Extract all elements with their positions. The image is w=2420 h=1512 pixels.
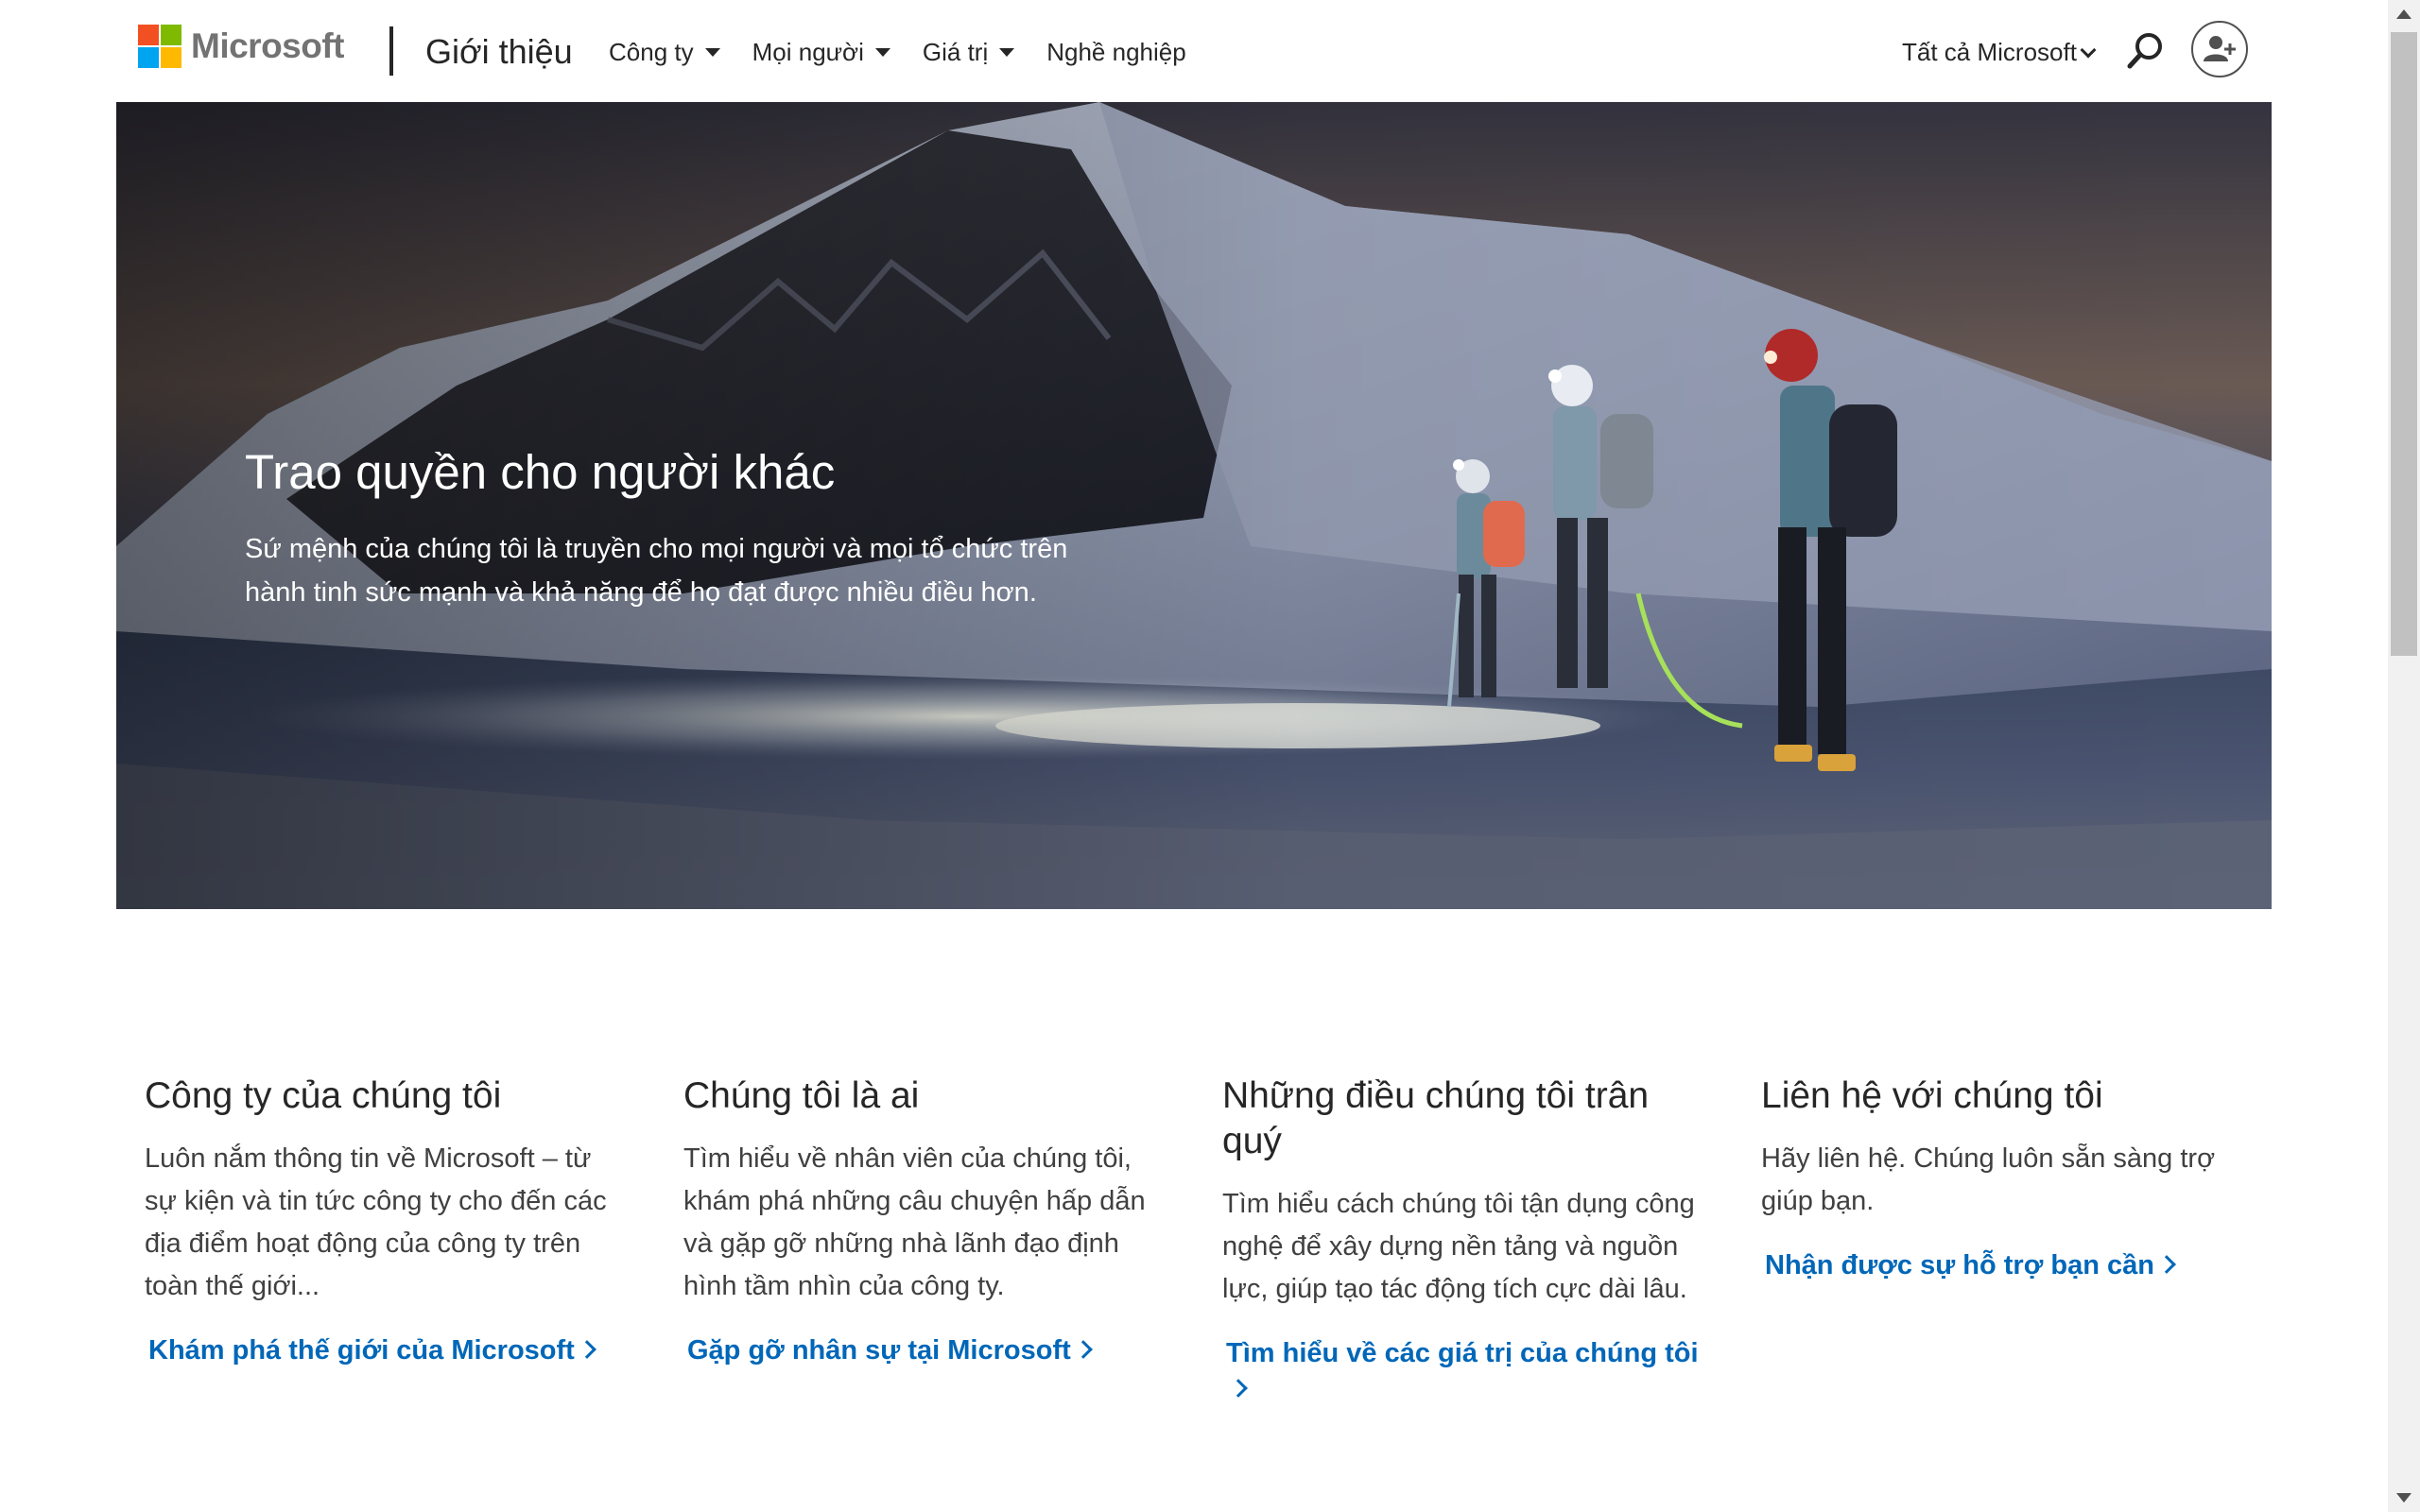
scrollbar-thumb[interactable] <box>2391 32 2417 656</box>
card-link-label: Khám phá thế giới của Microsoft <box>148 1335 575 1366</box>
all-microsoft-label: Tất cả Microsoft <box>1902 38 2077 66</box>
card-title: Những điều chúng tôi trân quý <box>1222 1075 1650 1161</box>
card-link-label: Nhận được sự hỗ trợ bạn cần <box>1765 1250 2154 1280</box>
nav-careers[interactable]: Nghề nghiệp <box>1046 38 1185 67</box>
chevron-right-icon <box>1229 1379 1248 1398</box>
card-our-company: Công ty của chúng tôi Luôn nắm thông tin… <box>145 1074 627 1368</box>
logo-text: Microsoft <box>191 26 345 65</box>
chevron-right-icon <box>2157 1255 2176 1274</box>
chevron-down-icon <box>2080 42 2097 58</box>
hero-description: Sứ mệnh của chúng tôi là truyền cho mọi … <box>245 534 1068 608</box>
sign-in-button[interactable] <box>2191 21 2248 77</box>
hero-banner: Trao quyền cho người khác Sứ mệnh của ch… <box>116 102 2272 909</box>
search-button[interactable] <box>2125 30 2167 72</box>
page: Microsoft Giới thiệu Công ty Mọi người G… <box>0 0 2388 1512</box>
chevron-right-icon <box>1073 1340 1093 1359</box>
caret-down-icon <box>999 48 1015 57</box>
nav-people[interactable]: Mọi người <box>752 38 890 67</box>
nav-values[interactable]: Giá trị <box>922 38 1015 67</box>
nav-careers-label: Nghề nghiệp <box>1046 38 1186 66</box>
nav-values-label: Giá trị <box>922 38 989 66</box>
caret-down-icon <box>874 48 890 57</box>
card-title: Công ty của chúng tôi <box>145 1075 502 1116</box>
card-link-label: Gặp gỡ nhân sự tại Microsoft <box>687 1335 1071 1366</box>
hero-heading: Trao quyền cho người khác <box>245 445 836 499</box>
microsoft-logo-icon <box>138 25 182 68</box>
card-body: Tìm hiểu cách chúng tôi tận dụng công ng… <box>1222 1189 1695 1304</box>
card-link-our-values[interactable]: Tìm hiểu về các giá trị của chúng tôi <box>1226 1335 1704 1407</box>
scroll-up-arrow-icon[interactable] <box>2396 9 2411 19</box>
card-what-we-value: Những điều chúng tôi trân quý Tìm hiểu c… <box>1222 1074 1704 1407</box>
card-title: Chúng tôi là ai <box>683 1075 920 1116</box>
hero-image-mountain-climbers <box>116 102 2272 909</box>
main-nav: Công ty Mọi người Giá trị Nghề nghiệp <box>609 38 1219 67</box>
search-icon <box>2127 33 2162 69</box>
nav-company-label: Công ty <box>609 38 694 66</box>
nav-people-label: Mọi người <box>752 38 864 66</box>
header-divider <box>389 26 393 76</box>
card-link-explore-microsoft[interactable]: Khám phá thế giới của Microsoft <box>148 1332 596 1368</box>
card-link-label: Tìm hiểu về các giá trị của chúng tôi <box>1226 1338 1699 1368</box>
card-link-get-support[interactable]: Nhận được sự hỗ trợ bạn cần <box>1765 1247 2176 1283</box>
card-body: Tìm hiểu về nhân viên của chúng tôi, khá… <box>683 1143 1146 1301</box>
add-user-icon <box>2204 36 2236 61</box>
card-body: Luôn nắm thông tin về Microsoft – từ sự … <box>145 1143 607 1301</box>
card-contact-us: Liên hệ với chúng tôi Hãy liên hệ. Chúng… <box>1761 1074 2243 1283</box>
card-title: Liên hệ với chúng tôi <box>1761 1075 2103 1116</box>
chevron-right-icon <box>577 1340 596 1359</box>
nav-company[interactable]: Công ty <box>609 38 720 67</box>
card-link-meet-people[interactable]: Gặp gỡ nhân sự tại Microsoft <box>687 1332 1093 1368</box>
caret-down-icon <box>704 48 720 57</box>
microsoft-logo[interactable]: Microsoft <box>138 25 345 68</box>
scroll-down-arrow-icon[interactable] <box>2396 1493 2411 1503</box>
all-microsoft-menu[interactable]: Tất cả Microsoft <box>1902 38 2097 67</box>
site-header: Microsoft Giới thiệu Công ty Mọi người G… <box>0 0 2388 102</box>
card-body: Hãy liên hệ. Chúng luôn sẵn sàng trợ giú… <box>1761 1143 2216 1216</box>
card-who-we-are: Chúng tôi là ai Tìm hiểu về nhân viên củ… <box>683 1074 1166 1368</box>
site-title[interactable]: Giới thiệu <box>425 32 573 72</box>
